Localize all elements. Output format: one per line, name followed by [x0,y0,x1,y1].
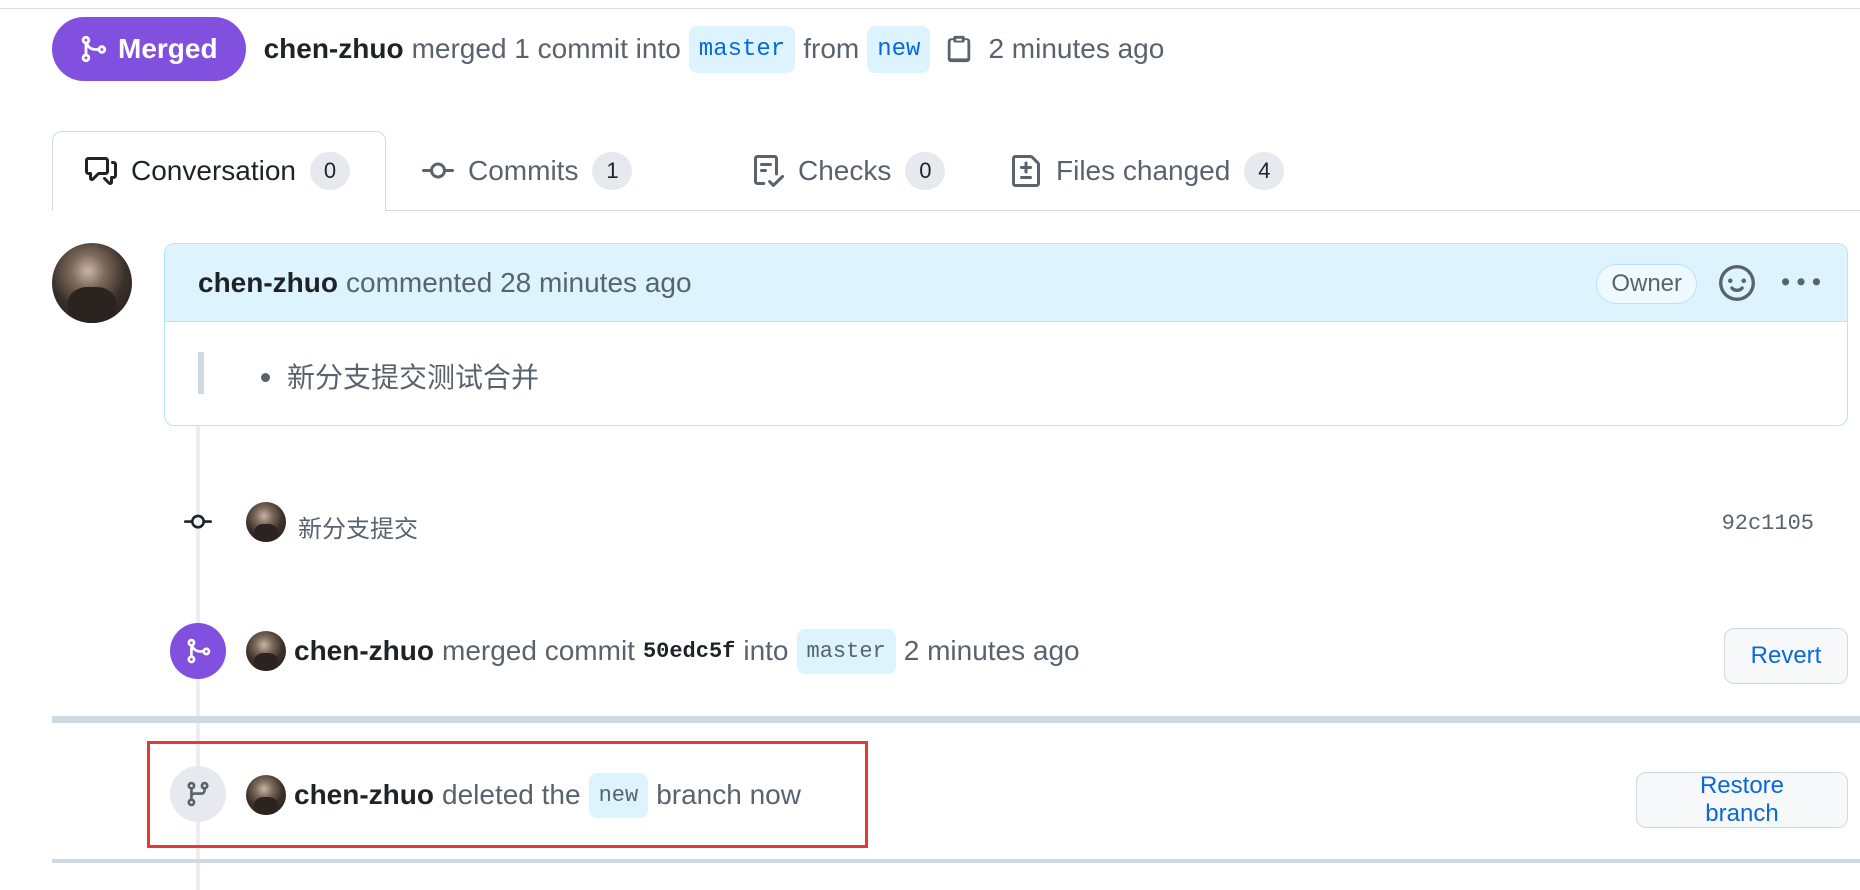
checklist-icon [754,155,784,187]
comment-meta[interactable]: commented 28 minutes ago [346,267,692,299]
merge-event-text: chen-zhuo merged commit 50edc5f into mas… [294,626,1080,676]
merged-text: merged 1 commit into [411,33,681,64]
restore-branch-button[interactable]: Restore branch [1636,772,1848,828]
head-branch-label[interactable]: new [867,25,931,73]
tab-commits-count: 1 [592,152,633,190]
merge-event-time[interactable]: 2 minutes ago [904,635,1080,667]
top-divider [0,8,1860,9]
merge-event-label: merged commit [442,635,635,666]
tab-checks-label: Checks [798,155,892,186]
timeline-divider [52,716,1860,723]
comment-header: chen-zhuo commented 28 minutes ago Owner [165,244,1847,322]
blockquote-bar [198,352,204,394]
tab-checks[interactable]: Checks 0 [720,131,977,211]
header-time: 2 minutes ago [988,33,1165,64]
tab-commits[interactable]: Commits 1 [390,131,664,211]
tab-files-changed-label: Files changed [1056,155,1231,186]
merge-commit-sha-link[interactable]: 50edc5f [643,639,735,664]
smiley-icon[interactable] [1719,265,1755,301]
merge-author-avatar[interactable] [246,631,286,671]
tab-files-changed-count: 4 [1244,152,1285,190]
commit-message-link[interactable]: 新分支提交 [298,509,418,544]
copy-branch-icon[interactable] [944,34,974,64]
tab-files-changed[interactable]: Files changed 4 [978,131,1316,211]
merge-author-link[interactable]: chen-zhuo [294,635,434,667]
owner-label: Owner [1596,264,1697,304]
commit-author-avatar[interactable] [246,502,286,542]
comment-author-avatar[interactable] [52,243,132,323]
bottom-divider [52,859,1860,863]
tab-conversation[interactable]: Conversation 0 [52,131,386,211]
git-merge-icon [81,35,107,63]
commit-sha-link[interactable]: 92c1105 [1722,511,1814,536]
comment-box: chen-zhuo commented 28 minutes ago Owner… [164,243,1848,426]
git-commit-node-icon [182,508,214,536]
merged-state-badge: Merged [52,17,246,81]
tab-conversation-label: Conversation [131,155,296,186]
merge-target-branch[interactable]: master [796,628,896,674]
revert-button[interactable]: Revert [1724,628,1848,684]
merge-into-label: into [743,635,789,666]
pr-tabs: Conversation 0 Commits 1 Checks 0 Files … [52,131,1860,211]
git-commit-icon [422,162,454,179]
comment-list-item: 新分支提交测试合并 [287,362,540,393]
comment-body: 新分支提交测试合并 [165,322,1847,425]
list-bullet [261,373,270,382]
merge-event-badge [170,623,226,679]
highlight-annotation [147,741,868,848]
kebab-horizontal-icon[interactable] [1781,265,1821,301]
comment-author-link[interactable]: chen-zhuo [198,267,338,299]
state-label: Merged [118,33,218,64]
from-text: from [803,33,860,64]
tab-conversation-count: 0 [309,152,350,190]
base-branch-label[interactable]: master [688,25,796,73]
header-author-link[interactable]: chen-zhuo [264,33,404,65]
tab-commits-label: Commits [468,155,579,186]
git-merge-icon [187,638,211,664]
tab-checks-count: 0 [905,152,946,190]
pr-header: Merged chen-zhuo merged 1 commit into ma… [52,17,1164,81]
file-diff-icon [1012,155,1040,187]
comment-discussion-icon [85,157,117,185]
